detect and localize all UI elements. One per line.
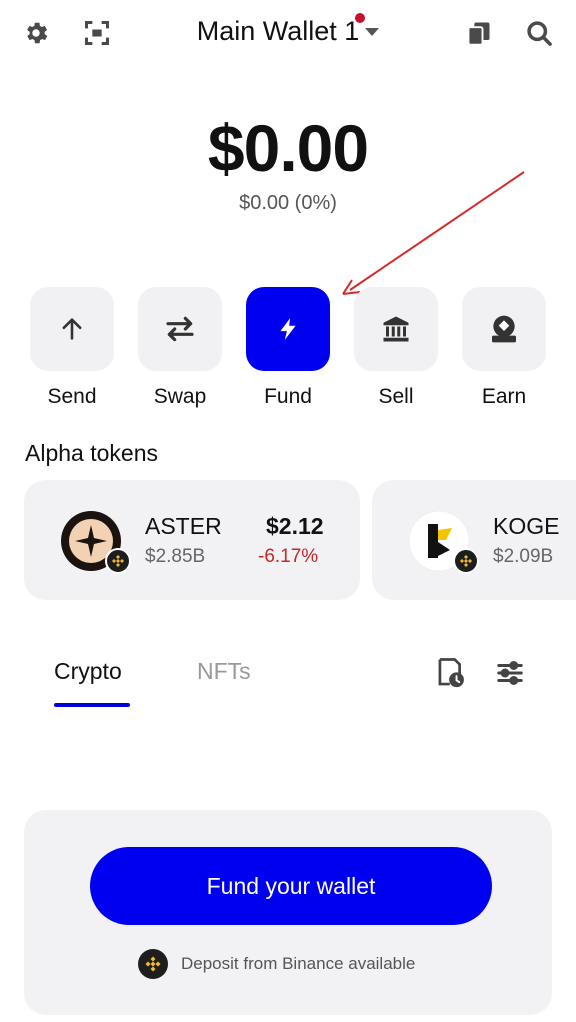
wallet-selector[interactable]: Main Wallet 1 [196, 13, 380, 47]
active-tab-indicator [54, 703, 130, 707]
bnb-chain-badge-icon [105, 548, 131, 574]
search-icon[interactable] [522, 16, 556, 50]
token-price: $2.12 [266, 513, 324, 539]
tab-crypto[interactable]: Crypto [54, 658, 122, 685]
balance-amount: $0.00 [207, 111, 369, 185]
swap-button[interactable]: Swap [138, 287, 222, 409]
arrow-up-icon [62, 318, 82, 340]
lightning-icon [280, 318, 296, 340]
earn-label: Earn [481, 385, 527, 408]
chevron-down-icon [365, 27, 380, 36]
deposit-text: Deposit from Binance available [181, 954, 416, 973]
token-name: KOGE [493, 513, 560, 539]
fund-label: Fund [264, 385, 312, 408]
swap-arrows-icon [166, 316, 194, 342]
token-card-koge[interactable] [372, 480, 576, 600]
bank-icon [383, 316, 409, 342]
header: Main Wallet 1 [0, 0, 576, 70]
token-name: ASTER [145, 513, 222, 539]
sell-button[interactable]: Sell [354, 287, 438, 409]
deposit-from-binance[interactable]: Deposit from Binance available [138, 948, 415, 980]
earn-icon [492, 315, 516, 343]
wallet-name: Main Wallet 1 [196, 16, 360, 46]
bnb-chain-badge-icon [453, 548, 479, 574]
token-market-cap: $2.09B [493, 546, 554, 567]
balance-change: $0.00 (0%) [239, 192, 337, 214]
token-change: -6.17% [258, 546, 319, 567]
earn-button[interactable]: Earn [462, 287, 546, 409]
fund-button[interactable]: Fund [246, 287, 330, 409]
fund-your-wallet-button[interactable]: Fund your wallet [90, 847, 492, 925]
tab-nfts[interactable]: NFTs [197, 658, 251, 685]
copy-icon[interactable] [462, 16, 496, 50]
alpha-tokens-title: Alpha tokens [25, 440, 158, 466]
history-icon[interactable] [434, 656, 468, 690]
swap-label: Swap [153, 385, 207, 408]
notification-dot [355, 13, 366, 23]
action-row: Send Swap Fund Sell Earn [30, 287, 546, 417]
sell-label: Sell [378, 385, 414, 408]
token-market-cap: $2.85B [145, 546, 206, 567]
filter-sliders-icon[interactable] [493, 656, 527, 690]
send-label: Send [47, 385, 97, 408]
send-button[interactable]: Send [30, 287, 114, 409]
binance-logo-icon [138, 949, 168, 979]
